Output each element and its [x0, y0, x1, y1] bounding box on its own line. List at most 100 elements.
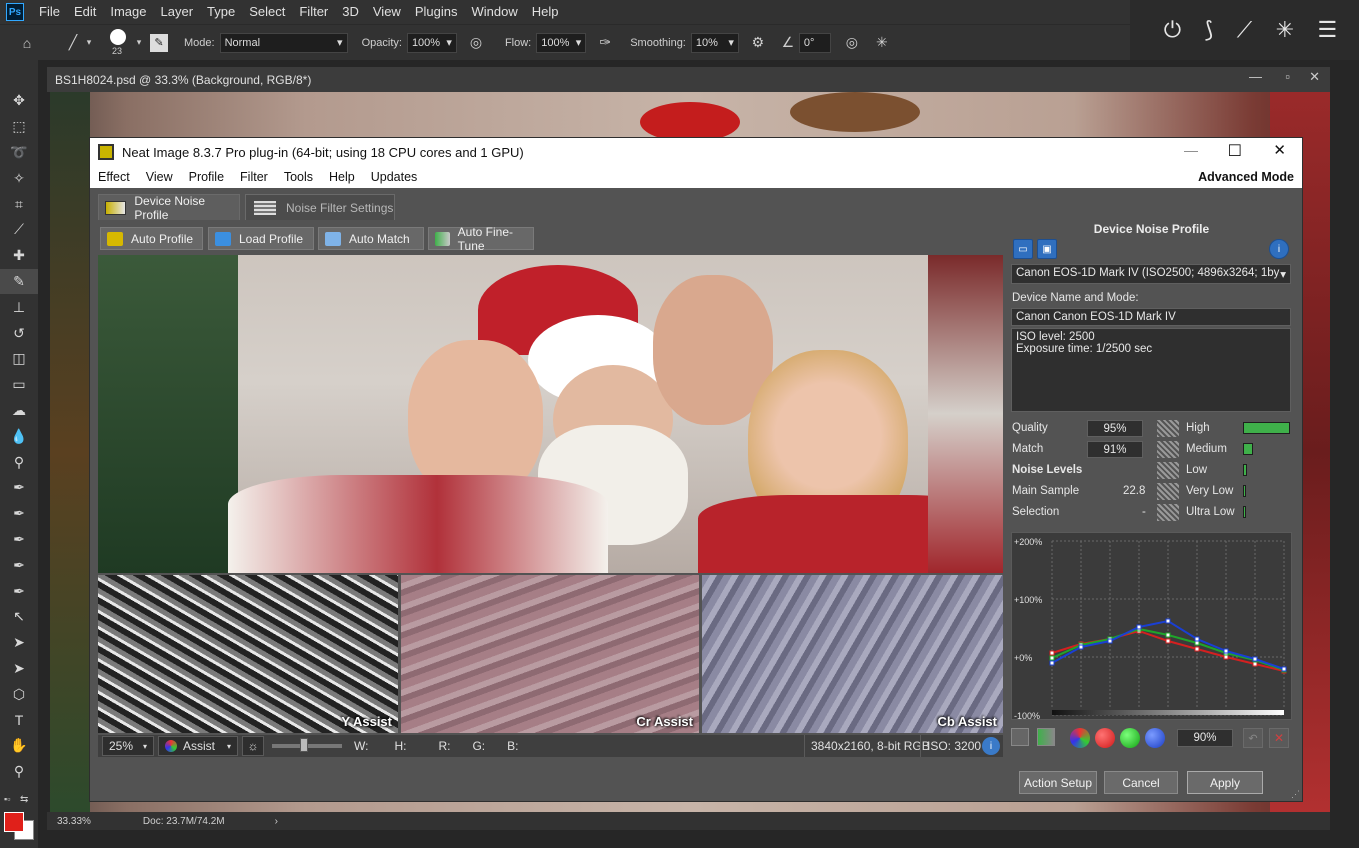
zoom-tool-icon[interactable]: ⚲: [0, 759, 38, 785]
cancel-button[interactable]: Cancel: [1104, 771, 1178, 794]
swap-colors-icon[interactable]: ⇆: [20, 794, 32, 805]
document-tab[interactable]: BS1H8024.psd @ 33.3% (Background, RGB/8*…: [47, 67, 1330, 92]
gear-icon[interactable]: ⚙: [747, 32, 769, 54]
close-icon[interactable]: ✕: [1273, 141, 1286, 159]
brush-tool-icon[interactable]: ✎: [0, 268, 38, 295]
blur-tool-icon[interactable]: ☁: [0, 398, 38, 424]
graph-point[interactable]: [1165, 638, 1171, 644]
angle-input[interactable]: 0°: [798, 32, 831, 53]
curvature-pen-tool-icon[interactable]: ✒: [0, 527, 38, 553]
foreground-color-swatch[interactable]: [4, 812, 24, 832]
menu-image[interactable]: Image: [103, 0, 153, 24]
menu-file[interactable]: File: [32, 0, 67, 24]
maximize-icon[interactable]: ☐: [1228, 141, 1242, 161]
menu-select[interactable]: Select: [242, 0, 292, 24]
graph-point[interactable]: [1165, 618, 1171, 624]
tab-device-noise-profile[interactable]: Device Noise Profile: [98, 194, 240, 222]
graph-chart-icon[interactable]: [1037, 728, 1055, 746]
noise-level-graph[interactable]: +200% +100% +0% -100%: [1011, 532, 1292, 721]
magic-wand-tool-icon[interactable]: ✧: [0, 165, 38, 191]
lasso-tool-icon[interactable]: ➰: [0, 140, 38, 166]
red-channel-icon[interactable]: [1095, 728, 1115, 748]
cr-assist-panel[interactable]: Cr Assist: [401, 575, 699, 733]
graph-point[interactable]: [1136, 624, 1142, 630]
auto-fine-tune-button[interactable]: Auto Fine-Tune: [428, 225, 534, 253]
all-channels-icon[interactable]: [1070, 728, 1090, 748]
freeform-pen-tool-icon[interactable]: ✒: [0, 501, 38, 527]
brush-preset-icon[interactable]: ╱: [62, 32, 84, 54]
brush-size-picker[interactable]: 23: [104, 28, 134, 58]
menu-3d[interactable]: 3D: [335, 0, 366, 24]
slider-thumb[interactable]: [300, 738, 308, 752]
graph-point[interactable]: [1049, 650, 1055, 656]
graph-point[interactable]: [1049, 660, 1055, 666]
auto-profile-button[interactable]: Auto Profile: [100, 227, 203, 250]
view-mode-select[interactable]: Assist ▾: [158, 736, 238, 756]
sharpen-tool-icon[interactable]: 💧: [0, 423, 38, 449]
menu-updates[interactable]: Updates: [363, 170, 426, 184]
menu-help[interactable]: Help: [321, 170, 363, 184]
graph-point[interactable]: [1107, 638, 1113, 644]
menu-profile[interactable]: Profile: [181, 170, 232, 184]
brightness-slider[interactable]: [272, 738, 342, 752]
clone-stamp-tool-icon[interactable]: ⊥: [0, 294, 38, 320]
graph-point[interactable]: [1281, 666, 1287, 672]
airbrush-icon[interactable]: ✑: [594, 32, 616, 54]
graph-point[interactable]: [1165, 632, 1171, 638]
info-icon[interactable]: i: [982, 737, 1000, 755]
pen-line-icon[interactable]: ⟋: [1237, 17, 1252, 43]
graph-point[interactable]: [1252, 656, 1258, 662]
graph-point[interactable]: [1223, 654, 1229, 660]
menu-type[interactable]: Type: [200, 0, 242, 24]
pen-tool-icon[interactable]: ✒: [0, 475, 38, 501]
info-icon[interactable]: i: [1269, 239, 1289, 259]
graph-point[interactable]: [1194, 640, 1200, 646]
maximize-icon[interactable]: ▫: [1285, 69, 1290, 84]
menu-effect[interactable]: Effect: [90, 170, 138, 184]
shape-tool-icon[interactable]: ⬡: [0, 681, 38, 707]
menu-help[interactable]: Help: [525, 0, 566, 24]
hand-tool-icon[interactable]: ✋: [0, 733, 38, 759]
minimize-icon[interactable]: —: [1184, 142, 1198, 158]
menu-window[interactable]: Window: [464, 0, 524, 24]
apply-button[interactable]: Apply: [1187, 771, 1263, 794]
menu-view[interactable]: View: [366, 0, 408, 24]
history-brush-tool-icon[interactable]: ↺: [0, 320, 38, 346]
dodge-tool-icon[interactable]: ⚲: [0, 449, 38, 475]
green-channel-icon[interactable]: [1120, 728, 1140, 748]
gradient-tool-icon[interactable]: ▭: [0, 372, 38, 398]
convert-point-tool-icon[interactable]: ✒: [0, 578, 38, 604]
zoom-select[interactable]: 25% ▾: [102, 736, 154, 756]
undo-icon[interactable]: ↶: [1243, 728, 1263, 748]
open-profile-icon[interactable]: ▭: [1013, 239, 1033, 259]
eyedropper-tool-icon[interactable]: ⟋: [0, 217, 38, 243]
crop-tool-icon[interactable]: ⌗: [0, 191, 38, 217]
action-setup-button[interactable]: Action Setup: [1019, 771, 1097, 794]
add-anchor-tool-icon[interactable]: ✒: [0, 552, 38, 578]
graph-point[interactable]: [1078, 644, 1084, 650]
mode-indicator[interactable]: Advanced Mode: [1198, 170, 1294, 184]
save-profile-icon[interactable]: ▣: [1037, 239, 1057, 259]
menu-edit[interactable]: Edit: [67, 0, 103, 24]
direct-select-tool-icon[interactable]: ➤: [0, 630, 38, 656]
profile-select[interactable]: Canon EOS-1D Mark IV (ISO2500; 4896x3264…: [1011, 264, 1291, 284]
menu-view[interactable]: View: [138, 170, 181, 184]
menu-tools[interactable]: Tools: [276, 170, 321, 184]
path-select-tool-icon[interactable]: ↖: [0, 604, 38, 630]
pen-curve-icon[interactable]: ⟆: [1205, 17, 1214, 43]
menu-filter[interactable]: Filter: [232, 170, 276, 184]
cb-assist-panel[interactable]: Cb Assist: [702, 575, 1003, 733]
brush-settings-icon[interactable]: ✎: [150, 33, 168, 52]
chevron-down-icon[interactable]: ▾: [84, 32, 94, 54]
pressure-size-icon[interactable]: ◎: [841, 32, 863, 54]
brightness-icon[interactable]: ☼: [242, 736, 264, 756]
graph-zoom-field[interactable]: 90%: [1177, 729, 1233, 747]
direct-select-alt-tool-icon[interactable]: ➤: [0, 656, 38, 682]
auto-match-button[interactable]: Auto Match: [318, 227, 424, 250]
pressure-opacity-icon[interactable]: ◎: [465, 32, 487, 54]
graph-point[interactable]: [1049, 655, 1055, 661]
chevron-down-icon[interactable]: ▾: [134, 32, 144, 54]
move-tool-icon[interactable]: ✥: [0, 88, 38, 114]
blue-channel-icon[interactable]: [1145, 728, 1165, 748]
graph-point[interactable]: [1252, 661, 1258, 667]
